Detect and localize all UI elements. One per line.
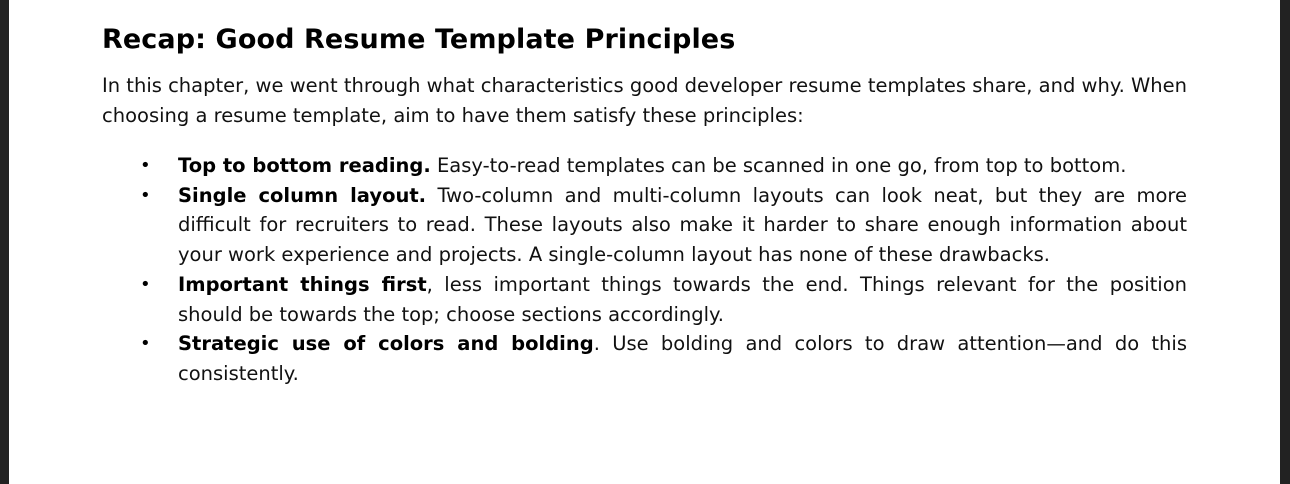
list-item: • Single column layout. Two-column and mu… [102,181,1187,270]
principle-title: Strategic use of colors and bolding [178,332,594,356]
bullet-icon: • [140,333,151,355]
section-heading: Recap: Good Resume Template Principles [102,24,736,55]
bullet-icon: • [140,273,151,295]
viewer-frame: Recap: Good Resume Template Principles I… [0,0,1290,484]
document-page: Recap: Good Resume Template Principles I… [9,0,1280,484]
bullet-icon: • [140,184,151,206]
principles-list: • Top to bottom reading. Easy-to-read tem… [102,151,1187,389]
principle-text: Easy-to-read templates can be scanned in… [430,154,1127,177]
list-item: • Important things first, less important … [102,270,1187,329]
principle-title: Top to bottom reading. [178,154,431,177]
principle-title: Important things first [178,272,427,296]
list-item: • Strategic use of colors and bolding. Us… [102,329,1187,388]
list-item: • Top to bottom reading. Easy-to-read tem… [102,151,1187,181]
bullet-icon: • [140,155,151,176]
intro-paragraph: In this chapter, we went through what ch… [102,74,1188,127]
page-content: Recap: Good Resume Template Principles I… [102,22,1187,389]
principle-title: Single column layout. [178,183,427,207]
